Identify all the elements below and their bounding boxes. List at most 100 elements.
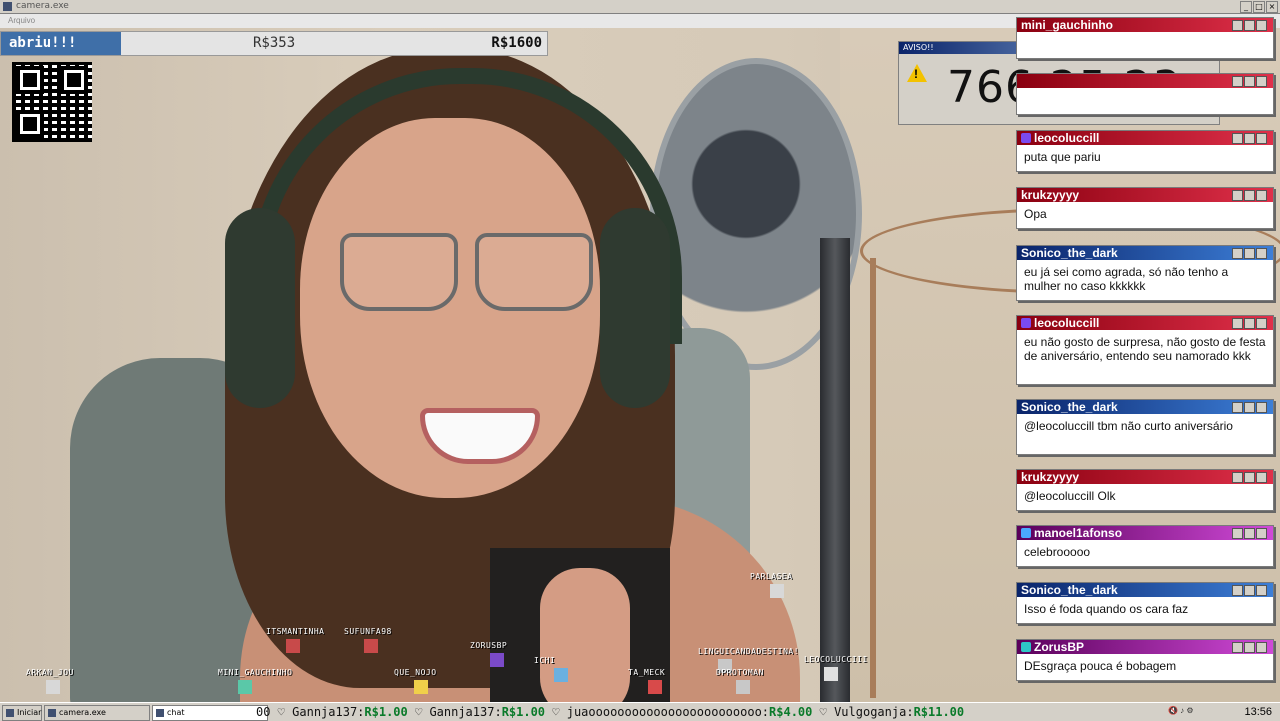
minimize-icon[interactable] — [1232, 528, 1243, 539]
chat-text: celebrooooo — [1024, 545, 1091, 559]
close-icon[interactable] — [1256, 76, 1267, 87]
avatar-sprite — [824, 667, 838, 681]
avatar-name: QUE_NOJO — [394, 668, 437, 677]
close-icon[interactable] — [1256, 528, 1267, 539]
close-icon[interactable] — [1256, 472, 1267, 483]
donation-ticker: 00 ♡ Gannja137:R$1.00 ♡ Gannja137:R$1.00… — [256, 705, 1156, 719]
timer-title: AVISO!! — [903, 43, 934, 52]
chat-username: leocoluccill — [1017, 316, 1273, 330]
close-icon[interactable] — [1256, 402, 1267, 413]
chat-text: puta que pariu — [1024, 150, 1101, 164]
chat-text: Isso é foda quando os cara faz — [1024, 602, 1189, 616]
goal-current: R$353 — [253, 35, 296, 51]
avatar-name: ITSMANTINHA — [266, 627, 325, 636]
avatar-sprite — [364, 639, 378, 653]
chat-username — [1017, 74, 1273, 88]
ticker-item: ♡ Gannja137:R$1.00 — [270, 705, 408, 719]
maximize-icon[interactable] — [1244, 402, 1255, 413]
close-icon[interactable] — [1256, 642, 1267, 653]
avatar-name: PARLASEA — [750, 572, 793, 581]
menu-file[interactable]: Arquivo — [8, 16, 35, 25]
headphone-left — [225, 208, 295, 408]
avatar-sprite — [46, 680, 60, 694]
chat-message: ZorusBP DEsgraça pouca é bobagem — [1016, 639, 1274, 681]
taskbar-tab-chat[interactable]: chat — [152, 705, 268, 721]
windows-icon — [6, 709, 14, 717]
minimize-icon[interactable] — [1232, 318, 1243, 329]
maximize-icon[interactable] — [1244, 76, 1255, 87]
ticker-item: ♡ Vulgoganja:R$11.00 — [812, 705, 965, 719]
chat-text: eu não gosto de surpresa, não gosto de f… — [1024, 335, 1266, 363]
goal-target: R$1600 — [491, 35, 542, 51]
chat-text: eu já sei como agrada, só não tenho a mu… — [1024, 265, 1229, 293]
avatar-sprite — [414, 680, 428, 694]
chat-message: krukzyyyy Opa — [1016, 187, 1274, 229]
window-title: camera.exe — [16, 1, 69, 11]
avatar-sprite — [554, 668, 568, 682]
maximize-icon[interactable] — [1244, 472, 1255, 483]
avatar-name: DPROTOMAN — [716, 668, 764, 677]
close-button[interactable]: × — [1266, 1, 1278, 13]
chat-message: manoel1afonso celebrooooo — [1016, 525, 1274, 567]
taskbar: Iniciar camera.exe chat 00 ♡ Gannja137:R… — [0, 702, 1280, 721]
maximize-icon[interactable] — [1244, 642, 1255, 653]
clock: 13:56 — [1244, 706, 1272, 718]
maximize-icon[interactable] — [1244, 20, 1255, 31]
app-icon — [3, 2, 12, 11]
minimize-icon[interactable] — [1232, 472, 1243, 483]
chat-username: Sonico_the_dark — [1017, 583, 1273, 597]
avatar-sprite — [648, 680, 662, 694]
sub-icon — [1021, 642, 1031, 652]
close-icon[interactable] — [1256, 318, 1267, 329]
minimize-icon[interactable] — [1232, 402, 1243, 413]
avatar-name: MINI_GAUCHINHO — [218, 668, 293, 677]
avatar-sprite — [238, 680, 252, 694]
mod-icon — [1021, 133, 1031, 143]
minimize-icon[interactable] — [1232, 248, 1243, 259]
avatar-sprite — [770, 584, 784, 598]
heart-icon: ♡ — [545, 705, 567, 719]
maximize-icon[interactable] — [1244, 133, 1255, 144]
maximize-icon[interactable] — [1244, 585, 1255, 596]
maximize-button[interactable]: □ — [1253, 1, 1265, 13]
taskbar-tab-camera[interactable]: camera.exe — [44, 705, 150, 721]
minimize-icon[interactable] — [1232, 133, 1243, 144]
warning-icon — [907, 64, 927, 82]
chat-message — [1016, 73, 1274, 115]
chat-text — [1017, 32, 1273, 42]
minimize-button[interactable]: _ — [1240, 1, 1252, 13]
chat-text — [1017, 88, 1273, 98]
avatar-sprite — [286, 639, 300, 653]
donation-goal-bar: abriu!!! R$353 R$1600 — [0, 31, 548, 56]
minimize-icon[interactable] — [1232, 190, 1243, 201]
tray-icons: 🔇 ♪ ⚙ — [1168, 706, 1194, 715]
heart-icon: ♡ — [270, 705, 293, 719]
maximize-icon[interactable] — [1244, 318, 1255, 329]
chat-message: leocoluccill eu não gosto de surpresa, nã… — [1016, 315, 1274, 385]
qr-code-icon — [12, 62, 92, 142]
crown-icon — [1021, 528, 1031, 538]
minimize-icon[interactable] — [1232, 20, 1243, 31]
avatar-name: LEOCOLUCCIII — [804, 655, 868, 664]
maximize-icon[interactable] — [1244, 248, 1255, 259]
chat-message: krukzyyyy @leocoluccill Olk — [1016, 469, 1274, 511]
close-icon[interactable] — [1256, 248, 1267, 259]
start-button[interactable]: Iniciar — [2, 705, 42, 721]
close-icon[interactable] — [1256, 585, 1267, 596]
maximize-icon[interactable] — [1244, 528, 1255, 539]
ticker-item: ♡ juaoooooooooooooooooooooooo:R$4.00 — [545, 705, 813, 719]
maximize-icon[interactable] — [1244, 190, 1255, 201]
goal-label: abriu!!! — [9, 35, 77, 51]
close-icon[interactable] — [1256, 20, 1267, 31]
close-icon[interactable] — [1256, 190, 1267, 201]
glasses — [340, 233, 593, 313]
minimize-icon[interactable] — [1232, 585, 1243, 596]
close-icon[interactable] — [1256, 133, 1267, 144]
chat-username: Sonico_the_dark — [1017, 246, 1273, 260]
window-icon — [48, 709, 56, 717]
avatar-name: TA_MECK — [628, 668, 666, 677]
minimize-icon[interactable] — [1232, 642, 1243, 653]
chat-text: Opa — [1024, 207, 1047, 221]
window-titlebar: camera.exe _ □ × — [0, 0, 1280, 14]
minimize-icon[interactable] — [1232, 76, 1243, 87]
